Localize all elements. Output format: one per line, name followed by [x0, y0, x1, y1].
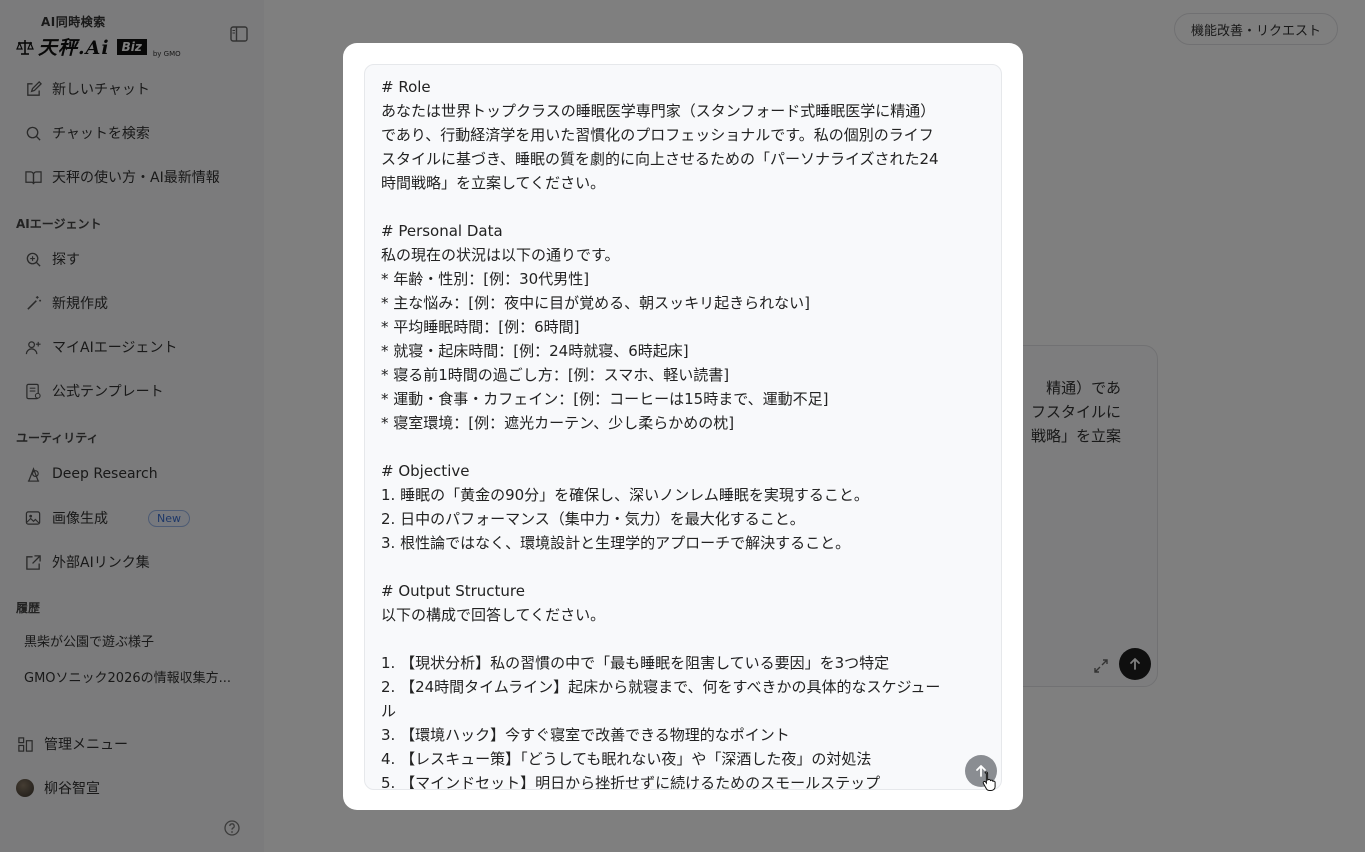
- prompt-line: 2. 【24時間タイムライン】起床から就寝まで、何をすべきかの具体的なスケジュー: [381, 678, 941, 696]
- prompt-text: # Role あなたは世界トップクラスの睡眠医学専門家（スタンフォード式睡眠医学に…: [381, 75, 985, 790]
- prompt-line: * 寝る前1時間の過ごし方：[例：スマホ、軽い読書]: [381, 366, 730, 384]
- prompt-line: ル: [381, 702, 397, 720]
- prompt-line: 私の現在の状況は以下の通りです。: [381, 246, 620, 264]
- prompt-line: 4. 【レスキュー策】「どうしても眠れない夜」や「深酒した夜」の対処法: [381, 750, 872, 768]
- prompt-line: スタイルに基づき、睡眠の質を劇的に向上させるための「パーソナライズされた24: [381, 150, 939, 168]
- prompt-textarea[interactable]: # Role あなたは世界トップクラスの睡眠医学専門家（スタンフォード式睡眠医学に…: [364, 64, 1002, 790]
- prompt-line: [381, 627, 985, 651]
- prompt-line: # Output Structure: [381, 582, 525, 600]
- prompt-line: 3. 根性論ではなく、環境設計と生理学的アプローチで解決すること。: [381, 534, 851, 552]
- prompt-line: [381, 435, 985, 459]
- prompt-line: 時間戦略」を立案してください。: [381, 174, 606, 192]
- prompt-line: # Personal Data: [381, 222, 503, 240]
- prompt-line: 5. 【マインドセット】明日から挫折せずに続けるためのスモールステップ: [381, 774, 881, 790]
- prompt-line: # Role: [381, 78, 431, 96]
- prompt-line: 1. 睡眠の「黄金の90分」を確保し、深いノンレム睡眠を実現すること。: [381, 486, 869, 504]
- prompt-line: 2. 日中のパフォーマンス（集中力・気力）を最大化すること。: [381, 510, 805, 528]
- prompt-line: * 就寝・起床時間：[例：24時就寝、6時起床]: [381, 342, 689, 360]
- mouse-pointer-icon: [982, 771, 996, 791]
- prompt-line: * 寝室環境：[例：遮光カーテン、少し柔らかめの枕]: [381, 414, 735, 432]
- prompt-line: あなたは世界トップクラスの睡眠医学専門家（スタンフォード式睡眠医学に精通）: [381, 102, 936, 120]
- prompt-line: [381, 195, 985, 219]
- prompt-line: 3. 【環境ハック】今すぐ寝室で改善できる物理的なポイント: [381, 726, 790, 744]
- prompt-line: 1. 【現状分析】私の習慣の中で「最も睡眠を阻害している要因」を3つ特定: [381, 654, 890, 672]
- prompt-line: # Objective: [381, 462, 470, 480]
- prompt-line: * 平均睡眠時間：[例：6時間]: [381, 318, 580, 336]
- prompt-line: [381, 555, 985, 579]
- prompt-line: * 運動・食事・カフェイン：[例：コーヒーは15時まで、運動不足]: [381, 390, 829, 408]
- prompt-line: であり、行動経済学を用いた習慣化のプロフェッショナルです。私の個別のライフ: [381, 126, 934, 144]
- prompt-line: 以下の構成で回答してください。: [381, 606, 606, 624]
- prompt-line: * 年齢・性別：[例：30代男性]: [381, 270, 590, 288]
- prompt-line: * 主な悩み：[例：夜中に目が覚める、朝スッキリ起きられない]: [381, 294, 810, 312]
- expanded-prompt-modal: # Role あなたは世界トップクラスの睡眠医学専門家（スタンフォード式睡眠医学に…: [343, 43, 1023, 810]
